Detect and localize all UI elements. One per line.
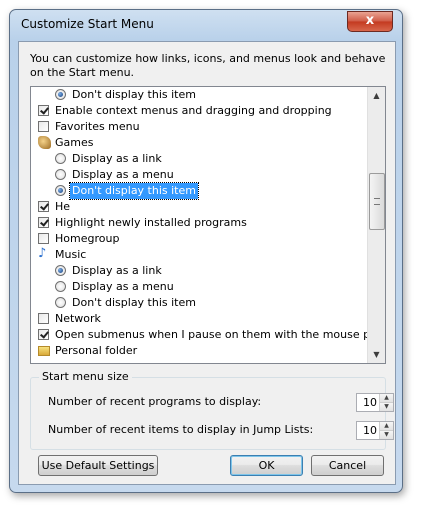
spin-up-arrow-icon[interactable]: ▲ (380, 394, 393, 402)
list-item[interactable]: Display as a link (31, 151, 367, 167)
spin-down-arrow-icon[interactable]: ▼ (380, 430, 393, 439)
list-item[interactable]: Homegroup (31, 231, 367, 247)
list-item[interactable]: Open submenus when I pause on them with … (31, 327, 385, 343)
list-item-label[interactable]: Display as a link (72, 151, 162, 167)
radio-button[interactable] (55, 169, 66, 180)
checkbox[interactable] (38, 217, 49, 228)
list-item[interactable]: Display as a menu (31, 279, 367, 295)
personal-folder-icon (38, 346, 50, 356)
list-item[interactable]: Personal folder (31, 343, 367, 359)
music-icon: ♪ (38, 246, 47, 261)
title-bar[interactable]: Customize Start Menu x (10, 10, 402, 40)
list-item[interactable]: Network (31, 311, 367, 327)
spinner-arrows: ▲ ▼ (379, 422, 393, 439)
start-menu-size-title: Start menu size (39, 370, 132, 383)
list-item-label[interactable]: Display as a link (72, 263, 162, 279)
list-item-label[interactable]: Personal folder (55, 343, 137, 359)
spin-down-arrow-icon[interactable]: ▼ (380, 402, 393, 411)
cancel-button[interactable]: Cancel (311, 455, 384, 476)
list-item-label[interactable]: Favorites menu (55, 119, 140, 135)
spinner-arrows: ▲ ▼ (379, 394, 393, 411)
list-item[interactable]: Don't display this item (31, 295, 367, 311)
checkbox[interactable] (38, 121, 49, 132)
list-item-label[interactable]: Homegroup (55, 231, 119, 247)
scroll-up-button[interactable]: ▲ (368, 87, 385, 104)
vertical-scrollbar[interactable]: ▲ ▼ (367, 87, 385, 363)
games-icon (38, 136, 51, 149)
list-item[interactable]: Display as a menu (31, 167, 367, 183)
radio-button[interactable] (55, 185, 66, 196)
ok-button[interactable]: OK (230, 455, 303, 476)
list-item[interactable]: Highlight newly installed programs (31, 215, 367, 231)
customize-start-menu-dialog: Customize Start Menu x You can customize… (9, 9, 403, 493)
list-item-label[interactable]: Don't display this item (69, 182, 199, 200)
radio-button[interactable] (55, 281, 66, 292)
list-item[interactable]: Display as a link (31, 263, 367, 279)
recent-items-spinner[interactable]: 10 ▲ ▼ (356, 421, 394, 440)
radio-button[interactable] (55, 89, 66, 100)
options-listbox[interactable]: Don't display this item Enable context me… (30, 86, 386, 364)
list-item[interactable]: Favorites menu (31, 119, 367, 135)
list-item-label[interactable]: Display as a menu (72, 167, 174, 183)
list-item-label[interactable]: He (55, 199, 70, 215)
checkbox[interactable] (38, 105, 49, 116)
list-item-label[interactable]: Network (55, 311, 101, 327)
dialog-title: Customize Start Menu (21, 17, 154, 31)
list-item-label[interactable]: Don't display this item (72, 87, 196, 103)
start-menu-size-group: Start menu size Number of recent program… (30, 370, 394, 450)
list-item-label[interactable]: Display as a menu (72, 279, 174, 295)
spin-up-arrow-icon[interactable]: ▲ (380, 422, 393, 430)
radio-button[interactable] (55, 153, 66, 164)
recent-programs-spinner[interactable]: 10 ▲ ▼ (356, 393, 394, 412)
list-item-label[interactable]: Highlight newly installed programs (55, 215, 247, 231)
radio-button[interactable] (55, 297, 66, 308)
checkbox[interactable] (38, 313, 49, 324)
radio-button[interactable] (55, 265, 66, 276)
list-item[interactable]: Don't display this item (31, 182, 367, 200)
use-default-settings-button[interactable]: Use Default Settings (38, 455, 158, 476)
list-item-label[interactable]: Don't display this item (72, 295, 196, 311)
list-item-label[interactable]: Enable context menus and dragging and dr… (55, 103, 332, 119)
list-item[interactable]: Don't display this item (31, 87, 367, 103)
scroll-down-button[interactable]: ▼ (368, 346, 385, 363)
list-item[interactable]: Games (31, 135, 367, 151)
list-item[interactable]: Enable context menus and dragging and dr… (31, 103, 367, 119)
recent-programs-value[interactable]: 10 (363, 396, 377, 409)
recent-programs-label: Number of recent programs to display: (48, 395, 262, 408)
checkbox[interactable] (38, 233, 49, 244)
recent-items-label: Number of recent items to display in Jum… (48, 423, 314, 436)
dialog-body: You can customize how links, icons, and … (18, 41, 396, 485)
checkbox[interactable] (38, 201, 49, 212)
list-item-label[interactable]: Open submenus when I pause on them with … (55, 327, 385, 343)
list-item[interactable]: ♪ Music (31, 247, 367, 263)
options-list: Don't display this item Enable context me… (31, 87, 385, 359)
list-item-label[interactable]: Music (55, 247, 86, 263)
description-text: You can customize how links, icons, and … (30, 52, 386, 79)
list-item[interactable]: He (31, 199, 367, 215)
scroll-thumb[interactable] (369, 173, 385, 230)
close-button[interactable]: x (347, 11, 393, 32)
checkbox[interactable] (38, 329, 49, 340)
recent-items-value[interactable]: 10 (363, 424, 377, 437)
list-item-label[interactable]: Games (55, 135, 93, 151)
